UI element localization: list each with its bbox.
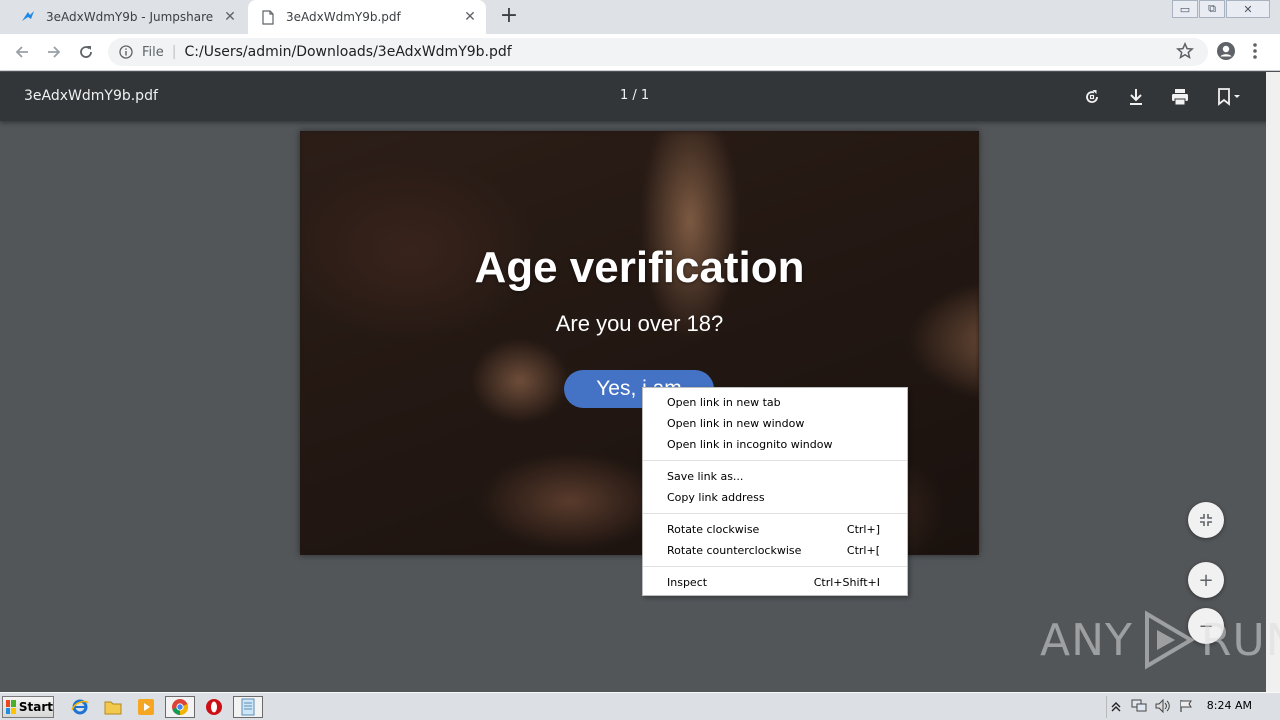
start-label: Start: [18, 700, 53, 714]
windows-taskbar: Start 8:24 AM: [0, 692, 1280, 720]
browser-toolbar: File | C:/Users/admin/Downloads/3eAdxWdm…: [0, 34, 1280, 71]
menu-item-label: Copy link address: [667, 491, 765, 504]
menu-item-shortcut: Ctrl+Shift+I: [813, 576, 880, 589]
tab-pdf[interactable]: 3eAdxWdmY9b.pdf ✕: [248, 0, 486, 34]
chrome-taskbar-button[interactable]: [165, 696, 195, 718]
menu-item-shortcut: Ctrl+[: [846, 544, 880, 557]
menu-separator: [643, 566, 907, 567]
tab-title: 3eAdxWdmY9b - Jumpshare: [46, 10, 214, 24]
watermark-left: ANY: [1040, 614, 1133, 666]
volume-icon[interactable]: [1155, 698, 1171, 717]
profile-avatar-icon[interactable]: [1216, 41, 1236, 65]
zoom-in-button[interactable]: +: [1188, 562, 1224, 598]
fit-to-page-icon: [1200, 514, 1212, 526]
age-question: Are you over 18?: [555, 311, 724, 336]
system-tray: [1106, 696, 1278, 718]
fit-to-page-button[interactable]: [1188, 502, 1224, 538]
menu-item-shortcut: Ctrl+]: [846, 523, 880, 536]
watermark-right: RUN: [1200, 614, 1280, 666]
anyrun-watermark: ANY RUN: [1040, 610, 1280, 670]
jumpshare-icon: [20, 9, 36, 25]
file-explorer-icon[interactable]: [103, 697, 123, 717]
restore-button[interactable]: ⧉: [1199, 0, 1225, 18]
pdf-file-name: 3eAdxWdmY9b.pdf: [24, 88, 158, 104]
context-menu: Open link in new tab Open link in new win…: [642, 387, 908, 596]
forward-arrow-icon[interactable]: [42, 40, 66, 64]
context-menu-item[interactable]: Save link as...: [643, 466, 907, 487]
download-icon[interactable]: [1124, 85, 1148, 109]
tab-close-icon[interactable]: ✕: [220, 7, 240, 27]
media-player-icon[interactable]: [136, 697, 156, 717]
menu-item-label: Inspect: [667, 576, 708, 589]
menu-item-label: Rotate clockwise: [667, 523, 760, 536]
taskbar-clock[interactable]: 8:24 AM: [1207, 699, 1252, 712]
new-tab-button[interactable]: +: [498, 5, 520, 28]
context-menu-item[interactable]: Open link in new window: [643, 413, 907, 434]
viewer-scrollbar[interactable]: [1266, 72, 1280, 692]
url-text[interactable]: C:/Users/admin/Downloads/3eAdxWdmY9b.pdf: [184, 44, 511, 60]
menu-item-label: Open link in new tab: [667, 396, 781, 409]
notepad-icon: [241, 698, 255, 716]
play-logo-icon: [1144, 610, 1195, 670]
action-center-flag-icon[interactable]: [1179, 698, 1193, 717]
print-icon[interactable]: [1168, 85, 1192, 109]
reload-icon[interactable]: [74, 40, 98, 64]
minimize-button[interactable]: ▭: [1172, 0, 1198, 18]
scheme-label: File: [142, 44, 164, 60]
menu-item-label: Save link as...: [667, 470, 744, 483]
bookmark-star-icon[interactable]: [1175, 41, 1195, 64]
context-menu-item[interactable]: Open link in incognito window: [643, 434, 907, 455]
opera-icon[interactable]: [204, 697, 224, 717]
window-controls: ▭ ⧉ ✕: [1171, 0, 1270, 18]
address-bar[interactable]: File | C:/Users/admin/Downloads/3eAdxWdm…: [108, 38, 1208, 66]
address-separator: |: [171, 44, 177, 60]
info-icon[interactable]: [118, 44, 134, 60]
close-window-button[interactable]: ✕: [1226, 0, 1270, 18]
pdf-toolbar: 3eAdxWdmY9b.pdf 1 / 1: [0, 72, 1280, 121]
menu-separator: [643, 460, 907, 461]
back-arrow-icon[interactable]: [10, 40, 34, 64]
tab-jumpshare[interactable]: 3eAdxWdmY9b - Jumpshare ✕: [8, 0, 246, 34]
more-menu-icon[interactable]: [1252, 42, 1258, 64]
page-title: Age verification: [474, 243, 805, 292]
context-menu-item[interactable]: Rotate counterclockwise Ctrl+[: [643, 540, 907, 561]
context-menu-item[interactable]: Open link in new tab: [643, 392, 907, 413]
tab-close-icon[interactable]: ✕: [460, 7, 480, 27]
menu-item-label: Open link in new window: [667, 417, 805, 430]
menu-item-label: Rotate counterclockwise: [667, 544, 802, 557]
document-icon: [260, 9, 276, 25]
context-menu-item[interactable]: Copy link address: [643, 487, 907, 508]
menu-separator: [643, 513, 907, 514]
notepad-taskbar-button[interactable]: [233, 696, 263, 718]
chrome-icon: [172, 699, 189, 716]
rotate-icon[interactable]: [1080, 85, 1104, 109]
tab-strip: 3eAdxWdmY9b - Jumpshare ✕ 3eAdxWdmY9b.pd…: [0, 0, 1280, 34]
bookmark-icon[interactable]: [1214, 85, 1246, 109]
internet-explorer-icon[interactable]: [70, 697, 90, 717]
context-menu-item[interactable]: Rotate clockwise Ctrl+]: [643, 519, 907, 540]
network-icon[interactable]: [1131, 698, 1147, 717]
tab-title: 3eAdxWdmY9b.pdf: [286, 10, 401, 24]
page-indicator: 1 / 1: [620, 88, 650, 103]
context-menu-item[interactable]: Inspect Ctrl+Shift+I: [643, 572, 907, 593]
show-hidden-icons-icon[interactable]: [1111, 698, 1121, 717]
windows-logo-icon: [6, 700, 16, 714]
start-button[interactable]: Start: [2, 696, 54, 718]
menu-item-label: Open link in incognito window: [667, 438, 833, 451]
